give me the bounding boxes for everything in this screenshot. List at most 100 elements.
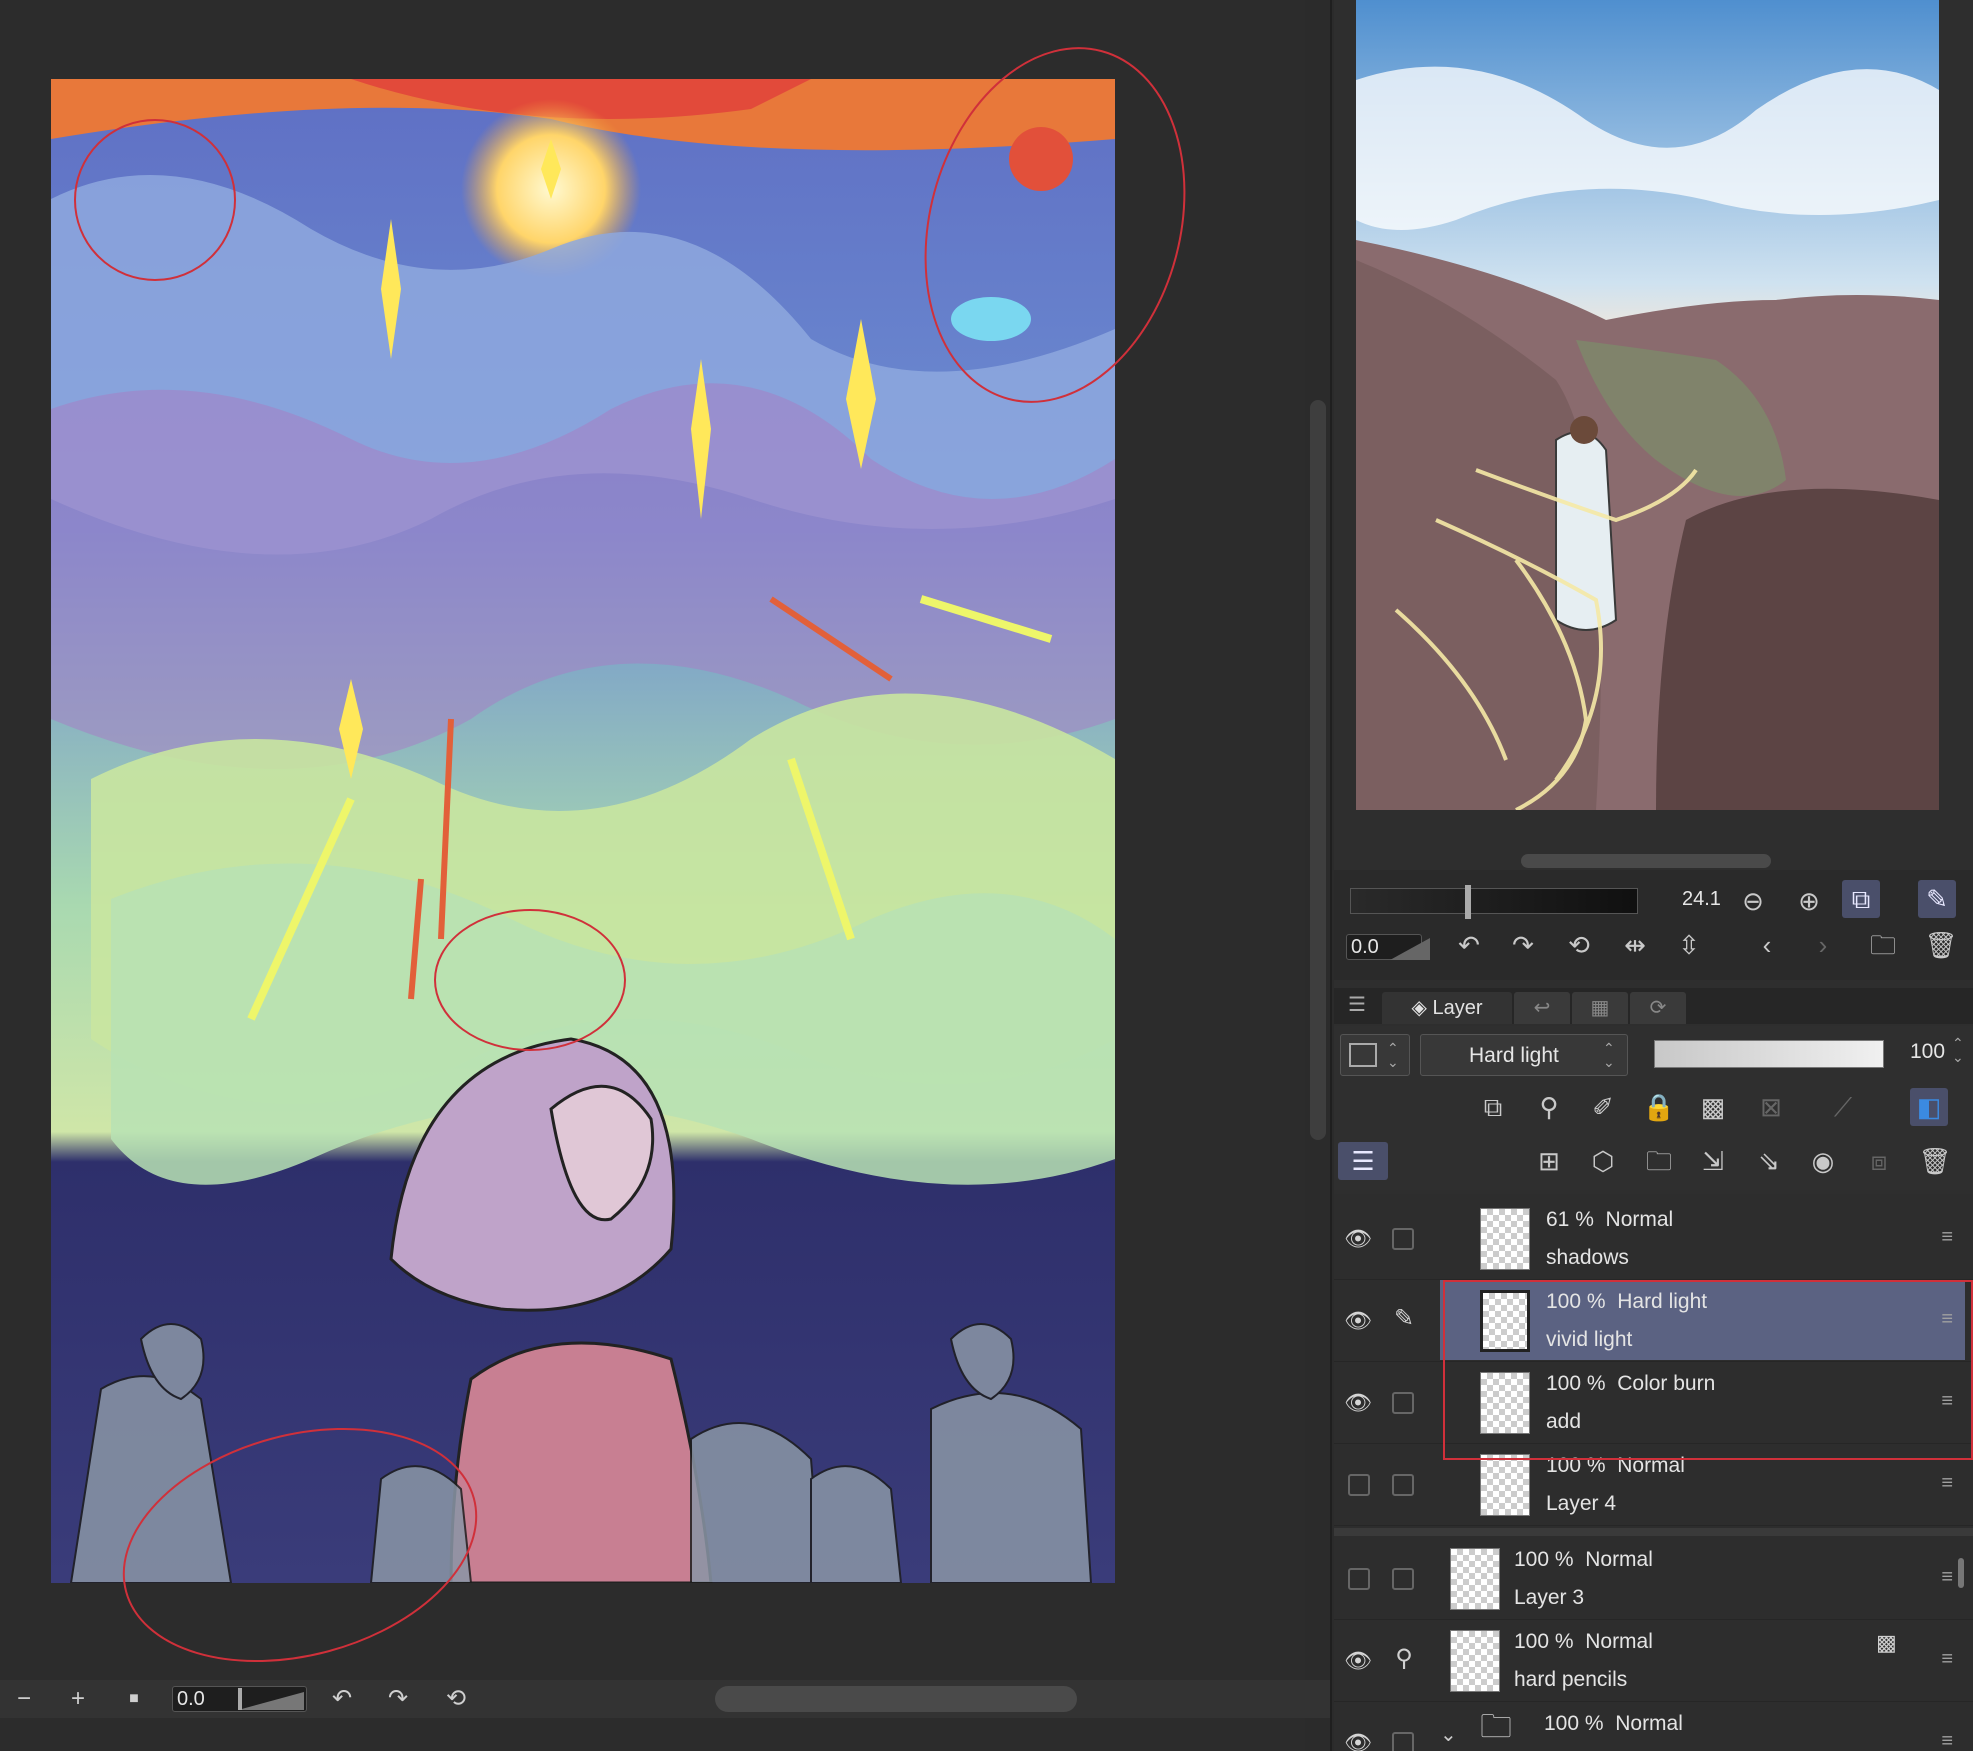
zoom-out-icon[interactable]: ⊖ <box>1734 882 1772 920</box>
layer-list-view-icon[interactable]: ☰ <box>1338 1142 1388 1180</box>
layer-blend: Normal <box>1585 1548 1653 1571</box>
zoom-in-icon[interactable]: + <box>62 1684 94 1714</box>
tab-sub-tool[interactable]: ⟳ <box>1630 992 1686 1024</box>
layer-row-colour[interactable]: 👁 ⌄ 🗀 100 % Normal colour ≡ <box>1334 1702 1973 1751</box>
reference-layer-icon: ⚲ <box>1395 1645 1413 1672</box>
layer-select-checkbox[interactable] <box>1392 1732 1414 1751</box>
navigator-preview[interactable] <box>1356 0 1939 810</box>
opacity-slider[interactable] <box>1654 1040 1884 1068</box>
new-vector-layer-icon[interactable]: ⬡ <box>1584 1142 1622 1180</box>
chevron-down-icon[interactable]: ⌄ <box>1440 1722 1457 1747</box>
layer-row-shadows[interactable]: 👁 61 % Normal shadows ≡ <box>1334 1198 1973 1280</box>
layer-select-checkbox[interactable] <box>1392 1568 1414 1590</box>
canvas-horizontal-scrollbar[interactable] <box>715 1686 1077 1712</box>
layer-blend: Normal <box>1615 1712 1683 1735</box>
visibility-eye-icon[interactable]: 👁 <box>1344 1648 1372 1673</box>
rotate-left-icon[interactable]: ↶ <box>326 1684 358 1714</box>
annotation-circle <box>434 909 626 1051</box>
zoom-in-icon[interactable]: ⊕ <box>1790 882 1828 920</box>
chevron-updown-icon: ⌃ ⌄ <box>1952 1035 1964 1065</box>
layer-select-checkbox[interactable] <box>1392 1228 1414 1250</box>
rotation-wedge-icon <box>238 1688 304 1710</box>
visibility-eye-icon[interactable]: 👁 <box>1344 1226 1372 1251</box>
layer-thumbnail <box>1450 1548 1500 1610</box>
merge-down-icon[interactable]: ⇘ <box>1750 1142 1788 1180</box>
reference-layer-icon[interactable]: ⚲ <box>1530 1088 1568 1126</box>
previous-icon[interactable]: ‹ <box>1748 926 1786 964</box>
drag-handle-icon[interactable]: ≡ <box>1941 1472 1953 1495</box>
rotate-left-icon[interactable]: ↶ <box>1450 926 1488 964</box>
drag-handle-icon[interactable]: ≡ <box>1941 1648 1953 1671</box>
preview-scrollbar[interactable] <box>1521 854 1771 868</box>
blend-mode-select[interactable]: Hard light ⌃ ⌄ <box>1420 1034 1628 1076</box>
layer-thumbnail <box>1480 1208 1530 1270</box>
flip-horizontal-icon[interactable]: ⇹ <box>1616 926 1654 964</box>
open-folder-icon[interactable]: 🗀 <box>1864 926 1902 964</box>
layer-list-scrollbar[interactable] <box>1958 1558 1964 1588</box>
visibility-checkbox[interactable] <box>1348 1474 1370 1496</box>
layer-color-icon[interactable]: ◧ <box>1910 1088 1948 1126</box>
panel-divider[interactable] <box>1330 0 1332 1751</box>
new-raster-layer-icon[interactable]: ⊞ <box>1530 1142 1568 1180</box>
zoom-slider[interactable] <box>1350 885 1638 919</box>
visibility-eye-icon[interactable]: 👁 <box>1344 1308 1372 1333</box>
layer-color-selector[interactable]: ⌃ ⌄ <box>1340 1034 1410 1076</box>
history-icon: ↩ <box>1533 997 1551 1019</box>
layer-name: shadows <box>1546 1246 1629 1269</box>
preview-illustration <box>1356 0 1939 810</box>
lock-transparency-icon[interactable]: ▩ <box>1694 1088 1732 1126</box>
drag-handle-icon[interactable]: ≡ <box>1941 1226 1953 1249</box>
rotation-wedge-icon <box>1390 938 1430 960</box>
canvas-rotation-value: 0.0 <box>177 1688 205 1710</box>
layer-select-checkbox[interactable] <box>1392 1392 1414 1414</box>
layer-mask-icon[interactable]: ◉ <box>1804 1142 1842 1180</box>
layer-opacity: 100 % <box>1544 1712 1604 1735</box>
visibility-checkbox[interactable] <box>1348 1568 1370 1590</box>
reset-rotation-icon[interactable]: ⟲ <box>440 1684 472 1714</box>
eyedropper-icon[interactable]: ✎ <box>1918 880 1956 918</box>
tab-history[interactable]: ↩ <box>1514 992 1570 1024</box>
mask-toggle-icon[interactable]: ⊠ <box>1752 1088 1790 1126</box>
fit-window-icon[interactable]: ⧉ <box>1842 880 1880 918</box>
trash-icon[interactable]: 🗑 <box>1922 926 1960 964</box>
drag-handle-icon[interactable]: ≡ <box>1941 1566 1953 1589</box>
panel-menu-icon[interactable]: ☰ <box>1348 992 1366 1017</box>
lock-icon[interactable]: 🔒 <box>1640 1088 1678 1126</box>
tab-animation[interactable]: ▦ <box>1572 992 1628 1024</box>
editing-pen-icon: ✎ <box>1393 1305 1415 1332</box>
annotation-circle <box>122 1427 478 1663</box>
zoom-out-icon[interactable]: − <box>8 1684 40 1714</box>
drag-handle-icon[interactable]: ≡ <box>1941 1730 1953 1751</box>
visibility-eye-icon[interactable]: 👁 <box>1344 1730 1372 1751</box>
next-icon[interactable]: › <box>1804 926 1842 964</box>
flip-vertical-icon[interactable]: ⇳ <box>1670 926 1708 964</box>
layer-select-checkbox[interactable] <box>1392 1474 1414 1496</box>
fit-view-icon[interactable]: ■ <box>118 1684 150 1714</box>
rotate-right-icon[interactable]: ↷ <box>1504 926 1542 964</box>
ruler-toggle-icon[interactable]: ⟋ <box>1824 1088 1862 1126</box>
transfer-down-icon[interactable]: ⇲ <box>1694 1142 1732 1180</box>
layer-properties-row: ⌃ ⌄ Hard light ⌃ ⌄ 100 ⌃ ⌄ <box>1334 1026 1973 1082</box>
opacity-value: 100 <box>1910 1040 1946 1063</box>
layer-color-swatch <box>1349 1043 1377 1067</box>
panel-tabs: ☰ ◈ Layer ↩ ▦ ⟳ <box>1334 988 1973 1024</box>
zoom-value: 24.1 <box>1682 888 1721 910</box>
clip-to-layer-icon[interactable]: ⧉ <box>1474 1088 1512 1126</box>
layer-list[interactable]: 👁 61 % Normal shadows ≡ 👁 ✎ 100 % Hard l… <box>1334 1194 1973 1751</box>
layer-row-hard-pencils[interactable]: 👁 ⚲ 100 % Normal hard pencils ▩ ≡ <box>1334 1620 1973 1702</box>
reset-rotation-icon[interactable]: ⟲ <box>1560 926 1598 964</box>
layer-row-layer-3[interactable]: 100 % Normal Layer 3 ≡ <box>1334 1538 1973 1620</box>
apply-mask-icon[interactable]: ⧈ <box>1860 1142 1898 1180</box>
layer-name: hard pencils <box>1514 1668 1628 1691</box>
delete-layer-icon[interactable]: 🗑 <box>1916 1142 1954 1180</box>
new-folder-icon[interactable]: 🗀 <box>1640 1142 1678 1180</box>
draft-layer-icon[interactable]: ✐ <box>1584 1088 1622 1126</box>
canvas-vertical-scrollbar[interactable] <box>1310 400 1326 1140</box>
visibility-eye-icon[interactable]: 👁 <box>1344 1390 1372 1415</box>
layer-thumbnail <box>1480 1454 1530 1516</box>
zoom-slider-handle[interactable] <box>1465 885 1471 919</box>
annotation-circle <box>924 47 1186 403</box>
rotate-right-icon[interactable]: ↷ <box>382 1684 414 1714</box>
tab-layer[interactable]: ◈ Layer <box>1382 992 1512 1024</box>
layer-blend: Normal <box>1605 1208 1674 1231</box>
